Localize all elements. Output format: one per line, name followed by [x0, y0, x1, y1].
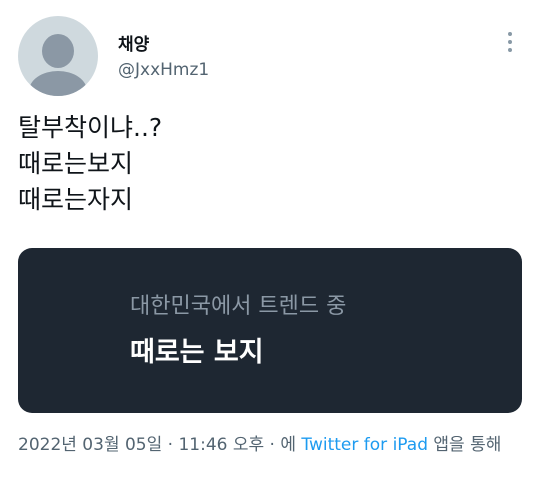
- dot: [508, 40, 512, 44]
- tweet-line: 때로는자지: [18, 185, 134, 214]
- avatar[interactable]: [18, 16, 98, 96]
- source-suffix: 앱을 통해: [433, 435, 502, 455]
- source-link[interactable]: Twitter for iPad: [301, 435, 428, 455]
- author-handle[interactable]: @JxxHmz1: [118, 60, 209, 80]
- default-avatar-icon: [42, 34, 74, 68]
- dot: [508, 32, 512, 36]
- avatar-body-shape: [29, 71, 87, 96]
- dot: [508, 48, 512, 52]
- tweet-line: 탈부착이냐..?: [18, 113, 163, 142]
- tweet-line: 때로는보지: [18, 149, 134, 178]
- trend-card-subtitle: 대한민국에서 트렌드 중: [130, 294, 347, 319]
- author-display-name[interactable]: 채양: [118, 30, 149, 55]
- tweet-timestamp[interactable]: 2022년 03월 05일 · 11:46 오후 · 에: [18, 435, 296, 455]
- tweet-metadata: 2022년 03월 05일 · 11:46 오후 · 에 Twitter for…: [18, 432, 518, 459]
- trend-card-title: 때로는 보지: [130, 337, 264, 368]
- more-vertical-icon[interactable]: [500, 30, 520, 54]
- tweet-text: 탈부착이냐..? 때로는보지 때로는자지: [18, 110, 518, 218]
- trend-card[interactable]: 대한민국에서 트렌드 중 때로는 보지: [18, 248, 522, 413]
